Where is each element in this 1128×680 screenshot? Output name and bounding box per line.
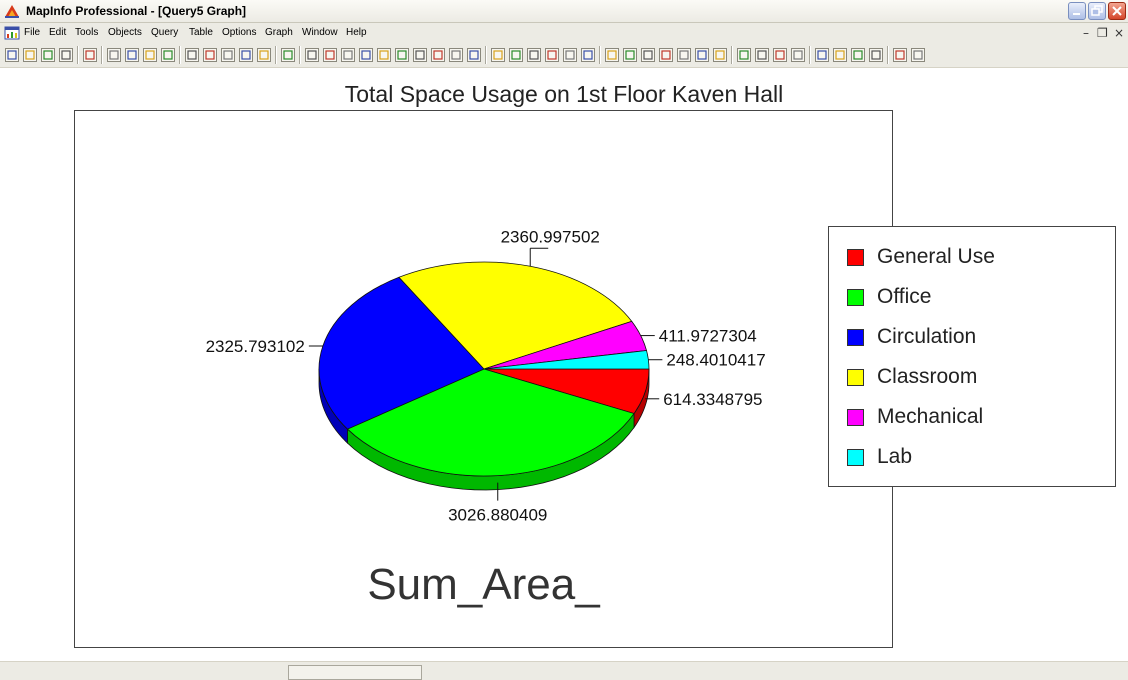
legend-label: Circulation xyxy=(877,325,977,348)
legend-label: Mechanical xyxy=(877,405,984,428)
data-label-circulation: 2325.793102 xyxy=(206,337,305,356)
data-label-lab: 248.4010417 xyxy=(666,351,765,370)
data-label-mechanical: 411.9727304 xyxy=(659,327,757,346)
legend-swatch xyxy=(847,289,864,306)
data-label-office: 3026.880409 xyxy=(448,506,547,525)
status-bar xyxy=(0,661,1128,680)
legend-swatch xyxy=(847,249,864,266)
legend-swatch xyxy=(847,409,864,426)
series-label: Sum_Area_ xyxy=(367,560,600,609)
legend-label: General Use xyxy=(877,245,995,268)
legend-swatch xyxy=(847,369,864,386)
data-label-general-use: 614.3348795 xyxy=(663,390,762,409)
legend-swatch xyxy=(847,449,864,466)
chart-legend: General Use Office Circulation Classroom Mec… xyxy=(828,226,1116,487)
legend-swatch xyxy=(847,329,864,346)
status-pane xyxy=(288,665,422,680)
data-label-classroom: 2360.997502 xyxy=(501,227,600,246)
legend-label: Classroom xyxy=(877,365,978,388)
legend-label: Lab xyxy=(877,445,913,468)
legend-label: Office xyxy=(877,285,932,308)
